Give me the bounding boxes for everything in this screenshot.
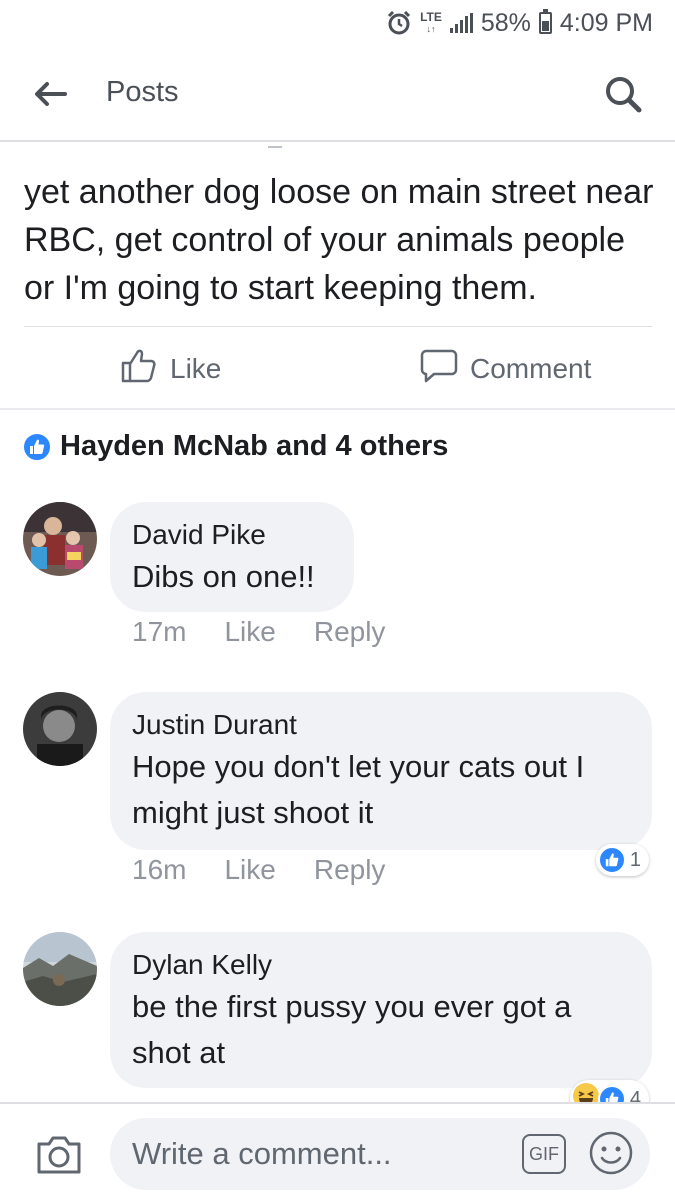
top-navigation-bar: Posts <box>0 46 675 142</box>
comment-like-link[interactable]: Like <box>224 616 275 648</box>
page-title: Posts <box>106 76 179 108</box>
comment-timestamp[interactable]: 17m <box>132 616 186 648</box>
divider <box>0 408 675 410</box>
like-reaction-icon <box>22 431 52 462</box>
reaction-count-number: 1 <box>629 848 641 871</box>
back-arrow-icon[interactable] <box>30 74 70 114</box>
like-button[interactable]: Like <box>120 340 221 398</box>
comment-timestamp[interactable]: 16m <box>132 854 186 886</box>
comment-bubble[interactable]: Dylan Kelly be the first pussy you ever … <box>110 932 652 1088</box>
family-photo-avatar[interactable] <box>23 502 97 576</box>
comment-composer: GIF <box>0 1102 675 1200</box>
thumbs-up-icon <box>120 348 158 391</box>
post-body-text: yet another dog loose on main street nea… <box>24 173 654 307</box>
speech-bubble-icon <box>420 348 458 391</box>
reactions-summary[interactable]: Hayden McNab and 4 others <box>22 430 448 463</box>
landscape-photo-avatar[interactable] <box>23 932 97 1006</box>
search-icon[interactable] <box>601 72 645 116</box>
like-reaction-icon <box>597 846 626 874</box>
comment-author[interactable]: Justin Durant <box>132 706 630 744</box>
comment-button[interactable]: Comment <box>420 340 591 398</box>
comment-bubble[interactable]: Justin Durant Hope you don't let your ca… <box>110 692 652 850</box>
divider <box>24 326 652 327</box>
comment-reply-link[interactable]: Reply <box>314 616 386 648</box>
battery-icon <box>538 9 552 34</box>
comment-like-link[interactable]: Like <box>224 854 275 886</box>
truncated-content-mark <box>268 142 282 148</box>
signal-strength-icon <box>449 13 473 33</box>
comment-author[interactable]: Dylan Kelly <box>132 946 630 984</box>
comment-reaction-count[interactable]: 1 <box>595 844 649 876</box>
comment-author[interactable]: David Pike <box>132 516 332 554</box>
network-type-label: LTE ↓↑ <box>420 10 442 34</box>
comment-reply-link[interactable]: Reply <box>314 854 386 886</box>
alarm-icon <box>386 10 412 36</box>
clock-time: 4:09 PM <box>559 8 653 37</box>
emoji-icon[interactable] <box>588 1130 634 1176</box>
reactions-summary-text: Hayden McNab and 4 others <box>60 430 449 462</box>
comment-text: be the first pussy you ever got a shot a… <box>132 989 572 1070</box>
camera-icon[interactable] <box>34 1130 84 1180</box>
write-comment-input[interactable] <box>110 1118 650 1190</box>
comment-text: Hope you don't let your cats out I might… <box>132 749 585 830</box>
man-portrait-avatar[interactable] <box>23 692 97 766</box>
status-bar: LTE ↓↑ 58% 4:09 PM <box>0 0 675 46</box>
battery-percent: 58% <box>480 8 531 37</box>
like-button-label: Like <box>170 353 222 384</box>
comment-text: Dibs on one!! <box>132 559 315 594</box>
comment-meta: 16m Like Reply <box>132 854 385 886</box>
comment-button-label: Comment <box>470 353 592 384</box>
comment-bubble[interactable]: David Pike Dibs on one!! <box>110 502 354 612</box>
gif-button[interactable]: GIF <box>522 1134 566 1174</box>
post-action-bar: Like Comment <box>0 340 675 398</box>
comment-meta: 17m Like Reply <box>132 616 385 648</box>
